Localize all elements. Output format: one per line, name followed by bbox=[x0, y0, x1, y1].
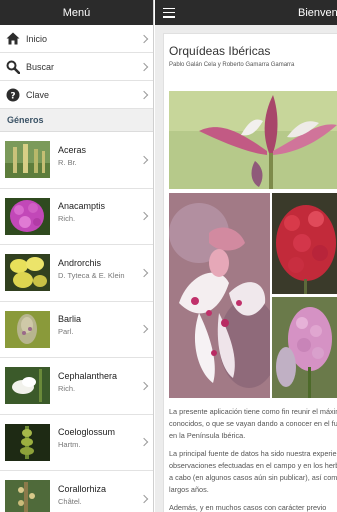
genus-author: Rich. bbox=[58, 383, 76, 393]
genus-thumbnail bbox=[5, 367, 50, 405]
nav-item-clave[interactable]: ? Clave bbox=[0, 81, 153, 109]
nav-label-inicio: Inicio bbox=[26, 33, 48, 44]
nav-label-buscar: Buscar bbox=[26, 61, 55, 72]
genus-thumbnail bbox=[5, 254, 50, 292]
genus-thumbnail bbox=[5, 141, 50, 179]
chevron-right-icon bbox=[139, 325, 149, 334]
genus-row-cephalanthera[interactable]: Cephalanthera Rich. bbox=[0, 358, 153, 415]
orchid-photo-serapias bbox=[169, 91, 337, 189]
genus-author: Parl. bbox=[58, 327, 74, 337]
main-title-bar: Bienvenido bbox=[155, 0, 337, 25]
chevron-right-icon bbox=[139, 62, 149, 71]
genus-row-corallorhiza[interactable]: Corallorhiza Châtel. bbox=[0, 471, 153, 512]
paragraph-line: a cabo (en algunos casos aún sin publica… bbox=[169, 473, 337, 482]
main-pane: Bienvenido Orquídeas Ibéricas Pablo Galá… bbox=[155, 0, 337, 512]
menu-icon[interactable] bbox=[163, 7, 175, 18]
svg-text:?: ? bbox=[10, 91, 15, 101]
chevron-right-icon bbox=[139, 438, 149, 447]
genus-author: D. Tyteca & E. Klein bbox=[58, 270, 125, 280]
navigation-drawer: Menú Inicio Buscar ? Clave Géneros Acera… bbox=[0, 0, 154, 512]
genus-row-coeloglossum[interactable]: Coeloglossum Hartm. bbox=[0, 415, 153, 471]
genus-thumbnail bbox=[5, 310, 50, 348]
genus-name: Androrchis bbox=[58, 257, 102, 268]
genus-thumbnail bbox=[5, 423, 50, 461]
nav-label-clave: Clave bbox=[26, 89, 50, 100]
paragraph-line: La principal fuente de datos ha sido nue… bbox=[169, 449, 337, 458]
chevron-right-icon bbox=[139, 34, 149, 43]
genus-name: Anacamptis bbox=[58, 201, 106, 212]
chevron-right-icon bbox=[139, 494, 149, 503]
chevron-right-icon bbox=[139, 155, 149, 164]
genus-name: Barlia bbox=[58, 314, 82, 325]
paragraph-line: conocidos, o que se vayan dando a conoce… bbox=[169, 419, 337, 428]
paragraph-line: largos años. bbox=[169, 485, 209, 494]
genus-name: Coeloglossum bbox=[58, 427, 116, 438]
paragraph-line: Además, y en muchos casos con carácter p… bbox=[169, 503, 327, 512]
genus-author: Rich. bbox=[58, 214, 76, 224]
genus-thumbnail bbox=[5, 197, 50, 235]
drawer-title-bar: Menú bbox=[0, 0, 153, 25]
chevron-right-icon bbox=[139, 381, 149, 390]
paragraph-line: La presente aplicación tiene como fin re… bbox=[169, 407, 337, 416]
authors-line: Pablo Galán Cela y Roberto Gamarra Gamar… bbox=[169, 62, 295, 68]
paragraph-line: en la Península Ibérica. bbox=[169, 431, 246, 440]
genus-name: Corallorhiza bbox=[58, 483, 107, 494]
section-title: Géneros bbox=[7, 115, 44, 125]
nav-item-buscar[interactable]: Buscar bbox=[0, 53, 153, 81]
orchid-photo-pink bbox=[272, 297, 337, 398]
genus-row-anacamptis[interactable]: Anacamptis Rich. bbox=[0, 189, 153, 245]
help-icon: ? bbox=[6, 88, 20, 102]
genus-row-barlia[interactable]: Barlia Parl. bbox=[0, 302, 153, 358]
main-bar-title: Bienvenido bbox=[298, 6, 337, 19]
intro-paragraph-2: La principal fuente de datos ha sido nue… bbox=[169, 448, 337, 496]
orchid-photo-red bbox=[272, 193, 337, 294]
welcome-card: Orquídeas Ibéricas Pablo Galán Cela y Ro… bbox=[163, 33, 337, 512]
genus-row-androrchis[interactable]: Androrchis D. Tyteca & E. Klein bbox=[0, 245, 153, 302]
genus-author: R. Br. bbox=[58, 157, 77, 167]
chevron-right-icon bbox=[139, 268, 149, 277]
intro-paragraph-1: La presente aplicación tiene como fin re… bbox=[169, 406, 337, 442]
genus-name: Aceras bbox=[58, 144, 87, 155]
chevron-right-icon bbox=[139, 212, 149, 221]
paragraph-line: observaciones efectuadas en el campo y e… bbox=[169, 461, 337, 470]
page-title: Orquídeas Ibéricas bbox=[169, 44, 271, 58]
drawer-title: Menú bbox=[62, 6, 91, 19]
chevron-right-icon bbox=[139, 90, 149, 99]
section-header-generos: Géneros bbox=[0, 109, 153, 132]
intro-paragraph-3: Además, y en muchos casos con carácter p… bbox=[169, 502, 326, 512]
genus-author: Châtel. bbox=[58, 496, 82, 506]
nav-item-inicio[interactable]: Inicio bbox=[0, 25, 153, 53]
genus-author: Hartm. bbox=[58, 440, 81, 450]
search-icon bbox=[6, 60, 20, 74]
genus-name: Cephalanthera bbox=[58, 370, 118, 381]
genus-row-aceras[interactable]: Aceras R. Br. bbox=[0, 132, 153, 189]
home-icon bbox=[6, 32, 20, 46]
orchid-photo-closeup bbox=[169, 193, 270, 398]
genus-thumbnail bbox=[5, 480, 50, 512]
